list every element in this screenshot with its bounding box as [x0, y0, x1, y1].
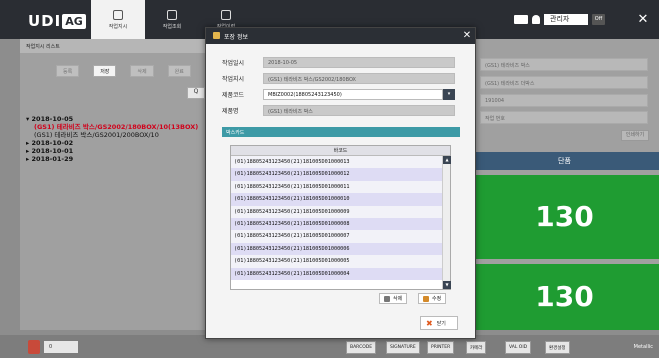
field-label: 제품명 — [222, 108, 239, 115]
barcode-row[interactable]: (01)18805243123450(21)181005D01000004 — [231, 267, 444, 280]
lot-field: 191004 — [480, 94, 648, 107]
save-button[interactable]: 저장 — [93, 65, 117, 77]
barcode-column-header: 바코드 — [231, 146, 450, 156]
date-tree: ▾ 2018-10-05 (GS1) 테라비즈 박스/GS2002/180BOX… — [26, 115, 198, 163]
barcode-row[interactable]: (01)18805243123450(21)181005D01000005 — [231, 255, 444, 268]
logout-button[interactable]: Off — [592, 14, 605, 25]
signature-tool-button[interactable]: SIGNATURE — [386, 341, 420, 354]
box-card-section: 박스카드 — [222, 127, 460, 137]
history-icon — [221, 10, 231, 20]
button-label: 닫기 — [436, 320, 446, 327]
barcode-row[interactable]: (01)18805243123450(21)181005D01000013 — [231, 156, 444, 169]
barcode-row[interactable]: (01)18805243123450(21)181005D01000012 — [231, 168, 444, 181]
chevron-down-icon[interactable]: ▾ — [443, 89, 455, 100]
work-date-row: 작업일시 2018-10-05 — [222, 57, 455, 68]
tab-work-order[interactable]: 작업지시 — [91, 0, 145, 39]
scrollbar[interactable]: ▲ ▼ — [442, 156, 451, 289]
barcode-row[interactable]: (01)18805243123450(21)181005D01000010 — [231, 193, 444, 206]
user-area: 관리자 Off — [514, 14, 605, 25]
work-number-field: 작업 번호 — [480, 111, 648, 124]
count-input[interactable]: 0 — [44, 341, 78, 353]
dialog-close-icon[interactable]: ✕ — [459, 28, 475, 44]
dialog-title: 포장 정보 — [224, 34, 248, 41]
tab-label: 작업지시 — [108, 24, 128, 30]
count-display-primary: 130 — [470, 175, 659, 259]
logo-badge: AG — [62, 13, 86, 29]
brand-label: Metallic — [633, 344, 653, 350]
user-icon — [532, 15, 540, 24]
keyboard-icon[interactable] — [514, 15, 528, 24]
field-label: 작업일시 — [222, 60, 245, 67]
work-order-row: 작업지시 (GS1) 테라비즈 박스/GS2002/180BOX — [222, 73, 455, 84]
printer-tool-button[interactable]: PRINTER — [427, 341, 455, 354]
register-button[interactable]: 등록 — [56, 65, 80, 77]
scroll-down-icon[interactable]: ▼ — [443, 281, 451, 289]
product-code-select[interactable]: MBIZ0002(18805243123450) — [263, 89, 443, 100]
tab-work-query[interactable]: 작업조회 — [145, 0, 199, 39]
scroll-up-icon[interactable]: ▲ — [443, 156, 451, 164]
logo-text: UDI — [28, 12, 62, 30]
barcode-row[interactable]: (01)18805243123450(21)181005D01000008 — [231, 217, 444, 231]
barcode-row[interactable]: (01)18805243123450(21)181005D01000009 — [231, 205, 444, 218]
settings-tool-button[interactable]: 환경설정 — [545, 341, 570, 354]
product-name-row: 제품명 (GS1) 테라비즈 박스 — [222, 105, 455, 116]
dialog-close-button[interactable]: ✖ 닫기 — [420, 316, 458, 330]
product-alt-field: (GS1) 테라비즈 더박스 — [480, 76, 648, 89]
work-order-field: (GS1) 테라비즈 박스/GS2002/180BOX — [263, 73, 455, 84]
field-label: 작업지시 — [222, 76, 245, 83]
button-label: 수정 — [432, 296, 442, 302]
app-close-button[interactable]: ✕ — [633, 10, 653, 30]
barcode-table: 바코드 (01)18805243123450(21)181005D0100001… — [230, 145, 451, 290]
edit-barcode-button[interactable]: 수정 — [418, 293, 447, 304]
tree-leaf-selected[interactable]: (GS1) 테라비즈 박스/GS2002/180BOX/10(13BOX) — [26, 123, 198, 131]
work-detail-panel: (GS1) 테라비즈 박스 (GS1) 테라비즈 더박스 191004 작업 번… — [470, 39, 659, 330]
barcode-row[interactable]: (01)18805243123450(21)181005D01000006 — [231, 242, 444, 256]
dialog-header: 포장 정보 ✕ — [206, 28, 475, 44]
barcode-row[interactable]: (01)18805243123450(21)181005D01000007 — [231, 230, 444, 243]
barcode-row[interactable]: (01)18805243123450(21)181005D01000011 — [231, 180, 444, 194]
barcode-tool-button[interactable]: BARCODE — [346, 341, 377, 354]
tree-node[interactable]: ▾ 2018-10-05 — [26, 115, 198, 123]
trash-icon — [384, 295, 390, 302]
tree-leaf[interactable]: (GS1) 테라비즈 박스/GS2001/200BOX/10 — [26, 131, 198, 139]
product-code-row: 제품코드 MBIZ0002(18805243123450) ▾ — [222, 89, 455, 100]
product-name-field: (GS1) 테라비즈 박스 — [263, 105, 455, 116]
user-name: 관리자 — [544, 14, 588, 25]
packing-info-dialog: 포장 정보 ✕ 작업일시 2018-10-05 작업지시 (GS1) 테라비즈 … — [205, 27, 476, 339]
camera-tool-button[interactable]: 카메라 — [466, 341, 487, 354]
panel-toolbar: 등록 저장 삭제 완료 — [56, 65, 191, 77]
product-name-field: (GS1) 테라비즈 박스 — [480, 58, 648, 71]
valoid-tool-button[interactable]: VAL OID — [505, 341, 532, 354]
tree-node[interactable]: ▸ 2018-10-01 — [26, 147, 198, 155]
trash-icon[interactable] — [28, 340, 40, 354]
delete-barcode-button[interactable]: 삭제 — [379, 293, 408, 304]
tree-node[interactable]: ▸ 2018-01-29 — [26, 155, 198, 163]
complete-button[interactable]: 완료 — [167, 65, 191, 77]
work-date-field: 2018-10-05 — [263, 57, 455, 68]
delete-button[interactable]: 삭제 — [130, 65, 154, 77]
barcode-rows: (01)18805243123450(21)181005D01000013 (01… — [231, 156, 450, 280]
list-icon — [167, 10, 177, 20]
print-button[interactable]: 인쇄하기 — [621, 130, 649, 141]
tree-node[interactable]: ▸ 2018-10-02 — [26, 139, 198, 147]
count-display-secondary: 130 — [470, 264, 659, 330]
logo: UDI AG — [28, 12, 86, 30]
unit-header: 단품 — [470, 152, 659, 170]
field-label: 제품코드 — [222, 92, 245, 99]
pencil-icon — [423, 295, 429, 302]
search-icon[interactable]: Q — [187, 87, 205, 99]
package-icon — [213, 32, 220, 39]
clipboard-icon — [113, 10, 123, 20]
button-label: 삭제 — [393, 296, 403, 302]
close-icon: ✖ — [426, 318, 433, 328]
tab-label: 작업조회 — [162, 24, 182, 30]
unit-label: 단품 — [558, 157, 571, 165]
